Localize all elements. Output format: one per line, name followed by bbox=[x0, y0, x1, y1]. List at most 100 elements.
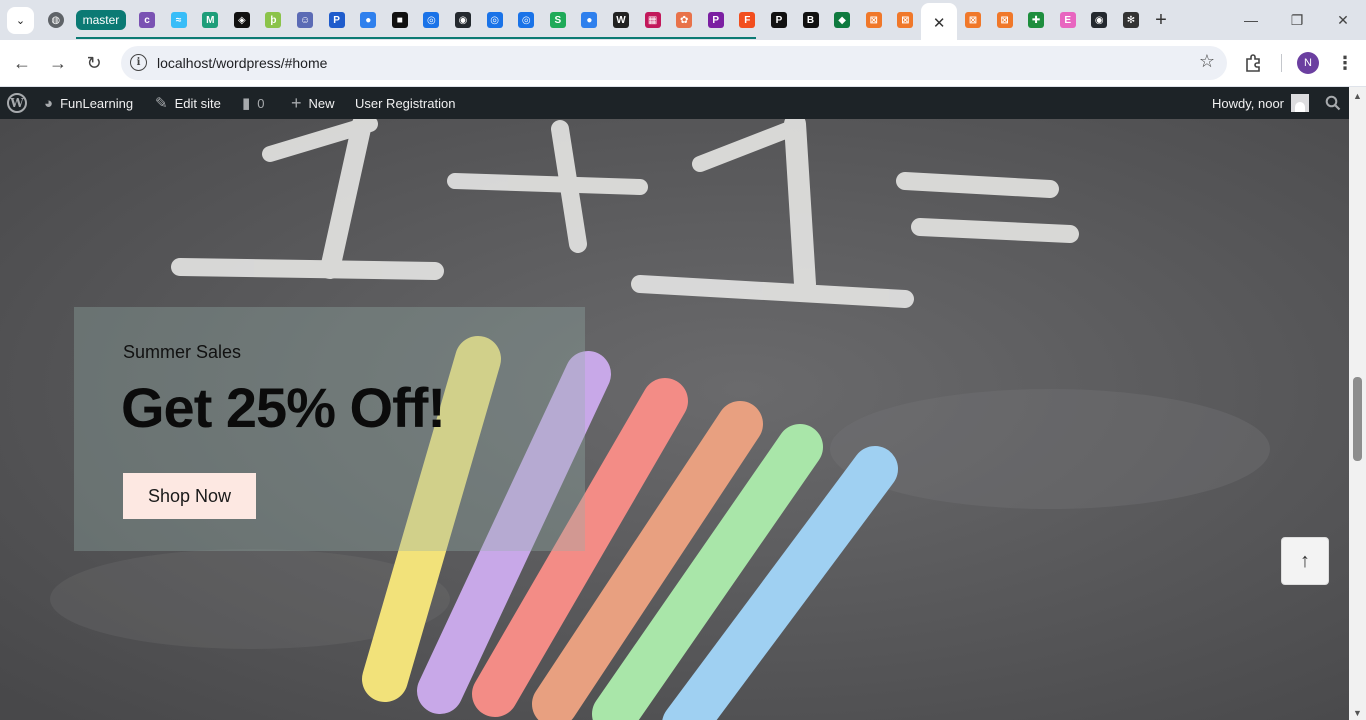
square-icon: ■ bbox=[391, 12, 408, 28]
reload-button[interactable]: ↻ bbox=[80, 49, 108, 77]
tab-github-2[interactable]: ◉ bbox=[1084, 0, 1116, 40]
user-avatar bbox=[1291, 94, 1310, 112]
profile-avatar[interactable]: N bbox=[1297, 52, 1319, 74]
wordpress-icon: W bbox=[7, 93, 27, 113]
tab-xampp-3[interactable]: ⊠ bbox=[957, 0, 989, 40]
tab-ps[interactable]: P bbox=[700, 0, 732, 40]
circle-icon: ● bbox=[360, 12, 377, 28]
forward-button[interactable]: → bbox=[44, 49, 72, 77]
tab-strip: ⌄ ◍ master c ≈ M ◈ ϸ ☺ P ● ■ ◎ ◉ ◎ ◎ S ● W ▦ ✿ P F P B ◆ ⊠ ⊠ ✕ ⊠… bbox=[0, 0, 1366, 43]
tab-circle[interactable]: ● bbox=[352, 0, 384, 40]
howdy-label: Howdy, noor bbox=[1212, 95, 1285, 111]
site-name: FunLearning bbox=[60, 95, 134, 111]
toolbar-separator bbox=[1281, 54, 1282, 72]
extensions-icon[interactable] bbox=[1243, 52, 1265, 74]
edit-site-label: Edit site bbox=[174, 95, 221, 111]
codepen-icon: ◈ bbox=[233, 12, 250, 28]
tab-octopus[interactable]: ✿ bbox=[668, 0, 700, 40]
promo-title: Get 25% Off! bbox=[121, 376, 446, 439]
tab-github[interactable]: ◉ bbox=[447, 0, 479, 40]
shop-now-button[interactable]: Shop Now bbox=[123, 473, 256, 519]
tab-globe[interactable]: ◍ bbox=[40, 0, 72, 40]
wp-logo-menu[interactable]: W bbox=[7, 87, 27, 119]
admin-search-button[interactable] bbox=[1325, 87, 1341, 119]
active-tab[interactable]: ✕ bbox=[921, 3, 958, 43]
tab-xampp-4[interactable]: ⊠ bbox=[989, 0, 1021, 40]
tab-tailwind[interactable]: ≈ bbox=[163, 0, 195, 40]
tab-ring-2[interactable]: ◎ bbox=[479, 0, 511, 40]
minimize-button[interactable]: — bbox=[1228, 0, 1274, 40]
pixel-icon: ▦ bbox=[644, 12, 661, 28]
window-close-button[interactable]: ✕ bbox=[1320, 0, 1366, 40]
tab-group-master[interactable]: master bbox=[75, 10, 127, 30]
comments-count: 0 bbox=[257, 95, 265, 111]
tab-pc[interactable]: P bbox=[321, 0, 353, 40]
new-tab-button[interactable]: + bbox=[1150, 9, 1172, 31]
browser-toolbar: ← → ↻ i localhost/wordpress/#home ☆ N ⋮ bbox=[0, 40, 1366, 86]
b-icon: B bbox=[802, 12, 819, 28]
tab-square[interactable]: ■ bbox=[384, 0, 416, 40]
tab-pixel[interactable]: ▦ bbox=[637, 0, 669, 40]
scroll-down-arrow-icon[interactable]: ▼ bbox=[1353, 708, 1362, 718]
reload-icon: ↻ bbox=[86, 52, 102, 73]
tab-feather[interactable]: ϸ bbox=[258, 0, 290, 40]
user-registration-label: User Registration bbox=[355, 95, 456, 111]
new-content-menu[interactable]: + New bbox=[291, 87, 335, 119]
tab-b[interactable]: B bbox=[795, 0, 827, 40]
tab-s[interactable]: S bbox=[542, 0, 574, 40]
leaf-icon: ◆ bbox=[834, 12, 851, 28]
globe-icon: ◍ bbox=[47, 12, 64, 28]
restore-button[interactable]: ❐ bbox=[1274, 0, 1320, 40]
tab-paypal[interactable]: P bbox=[763, 0, 795, 40]
my-account-menu[interactable]: Howdy, noor bbox=[1212, 87, 1310, 119]
sheets-icon: ✚ bbox=[1028, 12, 1045, 28]
github-icon-2: ◉ bbox=[1091, 12, 1108, 28]
tab-circle-2[interactable]: ● bbox=[574, 0, 606, 40]
tab-xampp[interactable]: ⊠ bbox=[858, 0, 890, 40]
pc-icon: P bbox=[328, 12, 345, 28]
page-scrollbar[interactable]: ▲ ▼ bbox=[1349, 87, 1366, 720]
tab-search-button[interactable]: ⌄ bbox=[7, 7, 34, 34]
openai-icon: ✻ bbox=[1122, 12, 1139, 28]
site-info-icon[interactable]: i bbox=[130, 54, 147, 71]
tab-ring[interactable]: ◎ bbox=[416, 0, 448, 40]
tab-xampp-2[interactable]: ⊠ bbox=[890, 0, 922, 40]
tab-ring-3[interactable]: ◎ bbox=[510, 0, 542, 40]
tab-codepen[interactable]: ◈ bbox=[226, 0, 258, 40]
tab-colorlib[interactable]: c bbox=[131, 0, 163, 40]
xampp-icon-3: ⊠ bbox=[964, 12, 981, 28]
browser-menu-icon[interactable]: ⋮ bbox=[1334, 52, 1356, 74]
new-label: New bbox=[308, 95, 335, 111]
chevron-down-icon: ⌄ bbox=[15, 15, 26, 27]
brush-icon: ✎ bbox=[155, 95, 168, 112]
tab-close-icon[interactable]: ✕ bbox=[933, 14, 946, 32]
arrow-left-icon: ← bbox=[13, 52, 31, 73]
ring-icon-2: ◎ bbox=[486, 12, 503, 28]
address-bar[interactable]: i localhost/wordpress/#home ☆ bbox=[121, 46, 1227, 80]
back-button[interactable]: ← bbox=[8, 49, 36, 77]
scrollbar-thumb[interactable] bbox=[1353, 377, 1362, 461]
tab-elementor[interactable]: E bbox=[1052, 0, 1084, 40]
comment-icon: ▮ bbox=[242, 95, 251, 112]
edit-site-link[interactable]: ✎ Edit site bbox=[155, 87, 221, 119]
address-url[interactable]: localhost/wordpress/#home bbox=[157, 55, 327, 71]
scroll-up-arrow-icon[interactable]: ▲ bbox=[1353, 91, 1362, 101]
tab-figma[interactable]: F bbox=[732, 0, 764, 40]
tab-dictionary[interactable]: M bbox=[194, 0, 226, 40]
promo-subtitle: Summer Sales bbox=[123, 342, 242, 362]
scroll-to-top-button[interactable]: ↑ bbox=[1281, 537, 1329, 585]
tab-avatar[interactable]: ☺ bbox=[289, 0, 321, 40]
site-name-menu[interactable]: ◕ FunLearning bbox=[44, 87, 133, 119]
tab-leaf[interactable]: ◆ bbox=[826, 0, 858, 40]
tailwind-icon: ≈ bbox=[170, 12, 187, 28]
tabs-container-2: ⊠ ⊠ ✚ E ◉ ✻ bbox=[957, 0, 1147, 40]
tab-sheets[interactable]: ✚ bbox=[1020, 0, 1052, 40]
tab-wikipedia[interactable]: W bbox=[605, 0, 637, 40]
user-registration-link[interactable]: User Registration bbox=[355, 87, 455, 119]
tab-openai[interactable]: ✻ bbox=[1115, 0, 1147, 40]
bookmark-star-icon[interactable]: ☆ bbox=[1199, 51, 1215, 72]
elementor-icon: E bbox=[1059, 12, 1076, 28]
comments-link[interactable]: ▮ 0 bbox=[242, 87, 265, 119]
tabs-container: c ≈ M ◈ ϸ ☺ P ● ■ ◎ ◉ ◎ ◎ S ● W ▦ ✿ P F P B ◆ ⊠ ⊠ bbox=[131, 0, 921, 40]
ring-icon: ◎ bbox=[423, 12, 440, 28]
